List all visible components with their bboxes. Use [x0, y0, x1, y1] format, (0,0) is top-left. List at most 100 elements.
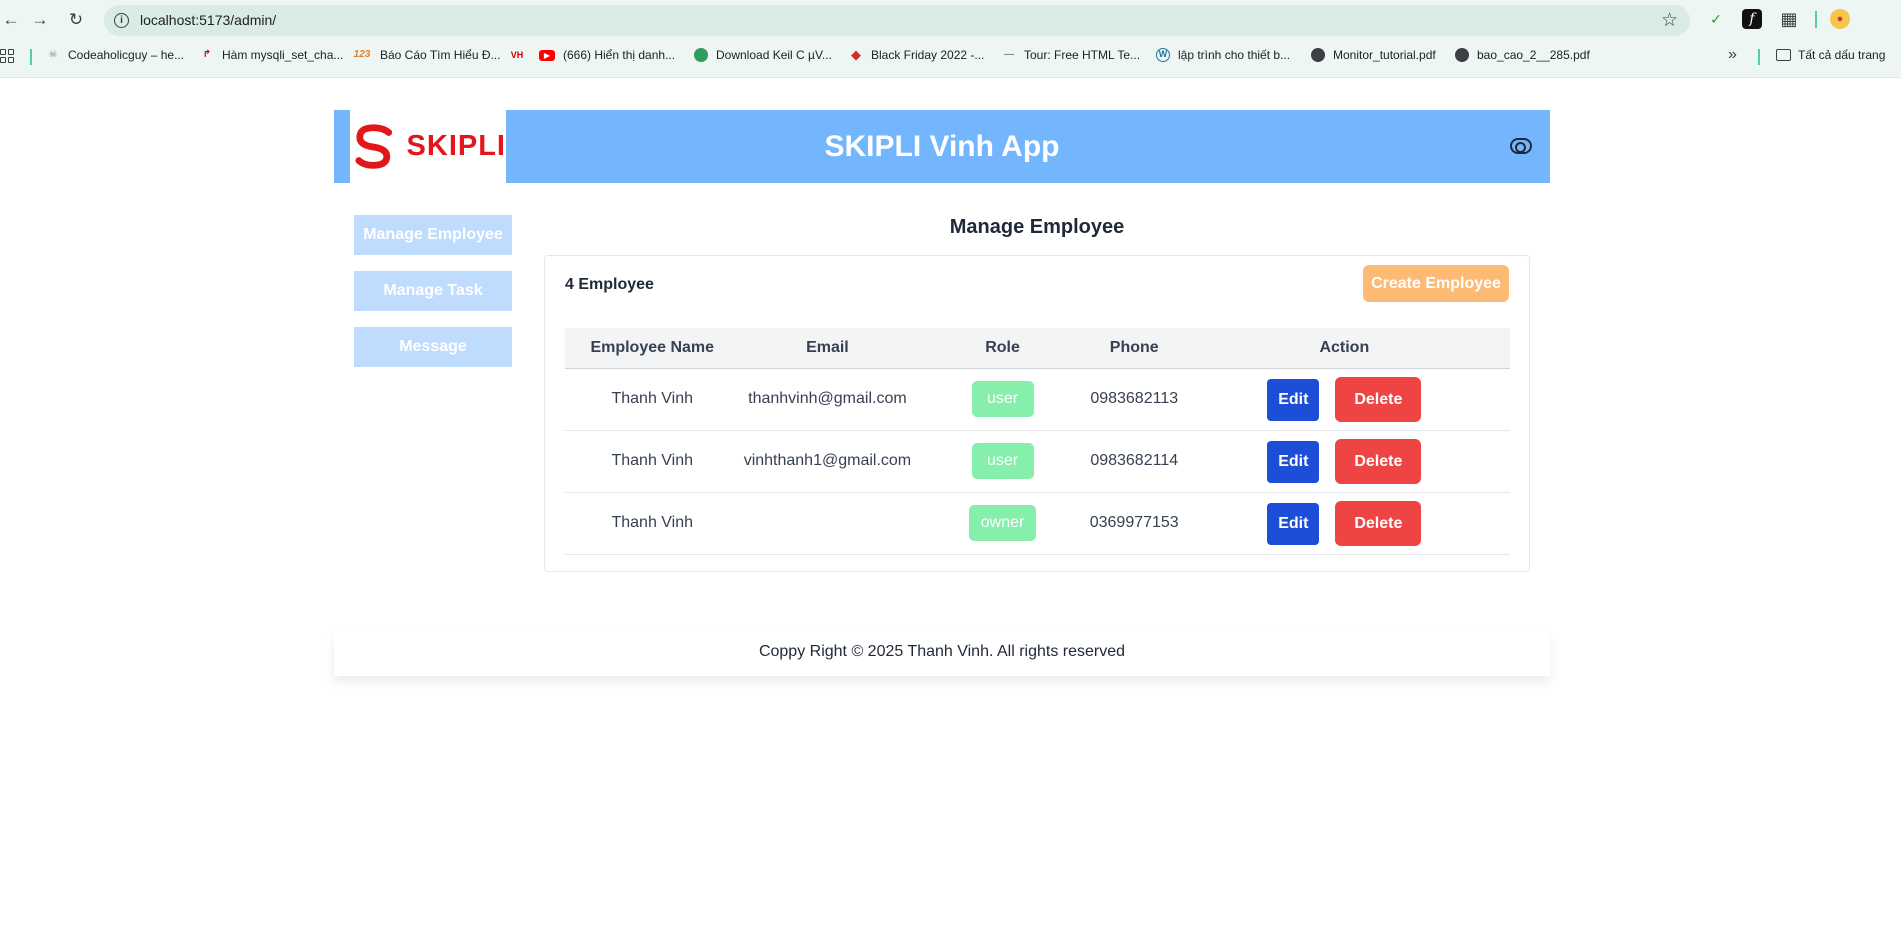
all-bookmarks-folder[interactable]: Tất cả dấu trang	[1776, 48, 1885, 62]
bookmark-item[interactable]: ◆ Black Friday 2022 -...	[849, 47, 985, 63]
red-diamond-icon: ◆	[851, 47, 861, 62]
employee-count: 4 Employee	[565, 276, 654, 293]
employee-email: thanhvinh@gmail.com	[739, 368, 916, 431]
employee-table: Employee Name Email Role Phone Action Th…	[565, 328, 1510, 555]
action-cell: Edit Delete	[1178, 368, 1510, 431]
bookmark-item[interactable]: 123 Báo Cáo Tìm Hiểu Đ...	[352, 48, 501, 62]
table-row: Thanh Vinh owner 0369977153 Edit Delete	[565, 492, 1510, 555]
action-cell: Edit Delete	[1178, 430, 1510, 493]
fonts-extension-icon[interactable]: f	[1742, 9, 1762, 29]
sidebar-item-manage-task[interactable]: Manage Task	[354, 271, 512, 311]
edit-button[interactable]: Edit	[1267, 502, 1320, 545]
create-employee-button[interactable]: Create Employee	[1363, 265, 1509, 302]
bookmark-item[interactable]: ↱ Hàm mysqli_set_cha...	[200, 48, 344, 62]
profile-avatar-icon[interactable]: ●	[1830, 9, 1850, 29]
folder-icon	[1776, 49, 1791, 61]
app-title-text: SKIPLI Vinh App	[824, 130, 1060, 163]
bookmark-item[interactable]: Download Keil C µV...	[694, 48, 832, 62]
bookmark-star-icon[interactable]: ☆	[1661, 9, 1678, 32]
column-header-role: Role	[915, 328, 1090, 369]
delete-button[interactable]: Delete	[1335, 438, 1422, 484]
bookmark-item[interactable]: — Tour: Free HTML Te...	[1002, 48, 1140, 62]
role-cell: user	[915, 368, 1090, 431]
123-icon: 123	[353, 49, 371, 60]
bookmark-label: Hàm mysqli_set_cha...	[222, 48, 344, 62]
bookmark-label: Download Keil C µV...	[716, 48, 832, 62]
dash-icon: —	[1004, 49, 1014, 60]
youtube-icon: ▶	[539, 49, 555, 61]
color-pen-extension-icon[interactable]: ✓	[1705, 8, 1727, 30]
theme-toggle-icon[interactable]	[1510, 138, 1532, 154]
edit-button[interactable]: Edit	[1267, 378, 1320, 421]
employee-phone: 0983682114	[1089, 430, 1179, 493]
forward-arrow-icon[interactable]: →	[29, 9, 51, 31]
bookmark-item[interactable]: ▶ (666) Hiển thị danh...	[539, 48, 675, 62]
bookmark-label: Codeaholicguy – he...	[68, 48, 185, 62]
table-header-row: Employee Name Email Role Phone Action	[565, 328, 1510, 369]
browser-chrome: ← → ↻ i localhost:5173/admin/ ☆ ✓ f ▦ ● …	[0, 0, 1901, 78]
bookmark-item[interactable]: Wlập trình cho thiết b...	[1156, 48, 1290, 62]
role-badge: user	[971, 381, 1034, 417]
url-text[interactable]: localhost:5173/admin/	[140, 12, 276, 28]
employee-email: vinhthanh1@gmail.com	[739, 430, 916, 493]
employee-phone: 0369977153	[1089, 492, 1179, 555]
delete-button[interactable]: Delete	[1335, 500, 1422, 546]
globe-icon	[1311, 48, 1325, 62]
role-badge: owner	[968, 505, 1037, 541]
green-circle-icon	[694, 48, 708, 62]
page-title: Manage Employee	[949, 216, 1125, 238]
employee-phone: 0983682113	[1089, 368, 1179, 431]
all-bookmarks-label: Tất cả dấu trang	[1798, 48, 1886, 62]
copyright-text: Coppy Right © 2025 Thanh Vinh. All right…	[758, 643, 1126, 660]
back-arrow-icon[interactable]: ←	[0, 9, 22, 31]
edit-button[interactable]: Edit	[1267, 440, 1320, 483]
address-bar[interactable]: i localhost:5173/admin/ ☆	[104, 5, 1690, 36]
bookmark-label: Black Friday 2022 -...	[871, 48, 985, 62]
column-header-email: Email	[739, 328, 916, 369]
app-title: SKIPLI Vinh App	[334, 110, 1550, 183]
bookmarks-divider	[1758, 49, 1760, 65]
employee-card: 4 Employee Create Employee Employee Name…	[544, 255, 1530, 572]
toolbar-divider	[1815, 11, 1817, 28]
sidebar-item-manage-employee[interactable]: Manage Employee	[354, 215, 512, 255]
bookmark-item[interactable]: bao_cao_2__285.pdf	[1455, 48, 1590, 62]
globe-icon	[1455, 48, 1469, 62]
bookmark-label: Báo Cáo Tìm Hiểu Đ...	[380, 48, 501, 62]
browser-toolbar: ← → ↻ i localhost:5173/admin/ ☆ ✓ f ▦ ●	[0, 0, 1901, 40]
employee-email	[739, 492, 916, 555]
bookmarks-bar: ☠ Codeaholicguy – he... ↱ Hàm mysqli_set_c…	[0, 44, 1901, 70]
extensions-puzzle-icon[interactable]: ▦	[1778, 8, 1800, 30]
skull-icon: ☠	[48, 49, 58, 60]
bookmark-label: Monitor_tutorial.pdf	[1333, 48, 1436, 62]
app-header: SKIPLI Vinh App SKIPLI	[334, 110, 1550, 183]
bookmark-label: (666) Hiển thị danh...	[563, 48, 676, 62]
role-badge: user	[971, 443, 1034, 479]
logo[interactable]: SKIPLI	[350, 110, 506, 183]
vnh-logo-icon: VH	[510, 50, 524, 60]
bookmark-label: lập trình cho thiết b...	[1178, 48, 1291, 62]
table-row: Thanh Vinh thanhvinh@gmail.com user 0983…	[565, 368, 1510, 431]
skipli-s-logo-icon	[355, 123, 393, 169]
footer: Coppy Right © 2025 Thanh Vinh. All right…	[334, 632, 1550, 676]
bookmark-label: bao_cao_2__285.pdf	[1477, 48, 1590, 62]
action-cell: Edit Delete	[1178, 492, 1510, 555]
table-row: Thanh Vinh vinhthanh1@gmail.com user 098…	[565, 430, 1510, 493]
site-info-icon[interactable]: i	[114, 13, 129, 28]
employee-name: Thanh Vinh	[565, 430, 740, 493]
sidebar-item-message[interactable]: Message	[354, 327, 512, 367]
role-cell: owner	[915, 492, 1090, 555]
logo-text: SKIPLI	[406, 130, 506, 162]
sidebar: Manage Employee Manage Task Message	[354, 215, 512, 383]
bookmark-item[interactable]: VH	[508, 48, 534, 62]
column-header-name: Employee Name	[565, 328, 740, 369]
column-header-action: Action	[1178, 328, 1510, 369]
more-bookmarks-chevron-icon[interactable]: »	[1728, 46, 1737, 64]
bookmark-item[interactable]: ☠ Codeaholicguy – he...	[46, 48, 185, 62]
employee-name: Thanh Vinh	[565, 492, 740, 555]
bookmark-item[interactable]: Monitor_tutorial.pdf	[1311, 48, 1436, 62]
reload-icon[interactable]: ↻	[65, 9, 87, 31]
redirect-arrow-icon: ↱	[202, 49, 212, 60]
delete-button[interactable]: Delete	[1335, 376, 1422, 422]
role-cell: user	[915, 430, 1090, 493]
employee-name: Thanh Vinh	[565, 368, 740, 431]
